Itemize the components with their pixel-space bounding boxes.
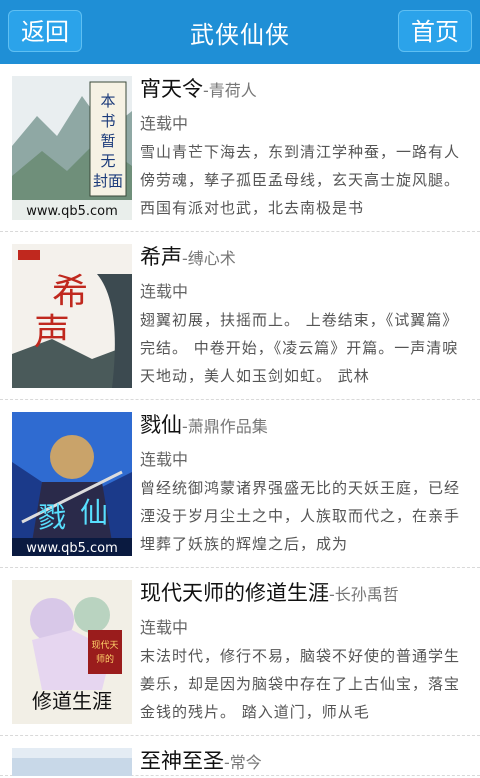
svg-text:书: 书 [100,112,115,130]
book-cover[interactable]: 现代天 师的 修道生涯 [12,580,132,724]
book-cover[interactable]: 希 声 [12,244,132,388]
svg-text:封面: 封面 [93,172,123,190]
cover-title: 修道生涯 [32,689,112,713]
book-author: 萧鼎作品集 [187,417,268,436]
book-list: 本 书 暂 无 封面 www.qb5.com 宵天令-青荷人 连载中 雪山青芒下… [0,64,480,776]
book-item[interactable]: 希 声 希声-缚心术 连载中 翅翼初展，扶摇而上。 上卷结束，《试翼篇》完结。 … [0,232,480,400]
page-title: 武侠仙侠 [190,20,290,49]
cover-title: 希 [52,272,88,313]
book-description: 末法时代，修行不易，脑袋不好使的普通学生姜乐，却是因为脑袋中存在了上古仙宝，落宝… [140,647,461,721]
book-cover[interactable] [12,748,132,776]
book-author: 缚心术 [187,249,236,268]
cover-url: www.qb5.com [26,204,118,219]
back-button[interactable]: 返回 [8,10,82,52]
cover-title: 戮 [38,501,66,534]
book-item[interactable]: 本 书 暂 无 封面 www.qb5.com 宵天令-青荷人 连载中 雪山青芒下… [0,64,480,232]
svg-text:暂: 暂 [100,132,115,150]
book-item[interactable]: 现代天 师的 修道生涯 现代天师的修道生涯-长孙禹哲 连载中 末法时代，修行不易… [0,568,480,736]
book-description: 曾经统御鸿蒙诸界强盛无比的天妖王庭，已经湮没于岁月尘土之中，人族取而代之，在亲手… [140,479,461,553]
book-cover[interactable]: 戮 仙 www.qb5.com [12,412,132,556]
app-header: 返回 武侠仙侠 首页 [0,0,480,64]
book-author: 常今 [229,753,262,772]
book-author: 长孙禹哲 [334,585,399,604]
cover-text: 本 [100,92,115,110]
svg-text:声: 声 [34,312,70,353]
svg-text:师的: 师的 [96,653,114,665]
book-description: 雪山青芒下海去，东到清江学种蚕，一路有人傍劳魂，孳子孤臣孟母线，玄天高士旋风腿。… [140,143,461,217]
svg-text:无: 无 [100,152,115,170]
book-status: 连载中 [140,618,189,637]
book-author: 青荷人 [208,81,257,100]
svg-text:仙: 仙 [80,496,108,529]
book-item[interactable]: 戮 仙 www.qb5.com 戮仙-萧鼎作品集 连载中 曾经统御鸿蒙诸界强盛无… [0,400,480,568]
book-title[interactable]: 戮仙 [140,413,182,437]
svg-text:现代天: 现代天 [91,640,118,651]
home-button[interactable]: 首页 [398,10,472,52]
book-title[interactable]: 希声 [140,245,182,269]
book-cover[interactable]: 本 书 暂 无 封面 www.qb5.com [12,76,132,220]
book-title[interactable]: 现代天师的修道生涯 [140,581,329,605]
book-status: 连载中 [140,450,189,469]
book-description: 翅翼初展，扶摇而上。 上卷结束，《试翼篇》完结。 中卷开始，《凌云篇》开篇。一声… [140,311,459,385]
book-status: 连载中 [140,282,189,301]
book-status: 连载中 [140,114,189,133]
book-title[interactable]: 至神至圣 [140,749,224,773]
cover-url: www.qb5.com [26,541,118,556]
book-title[interactable]: 宵天令 [140,77,203,101]
book-item[interactable]: 至神至圣-常今 [0,736,480,776]
